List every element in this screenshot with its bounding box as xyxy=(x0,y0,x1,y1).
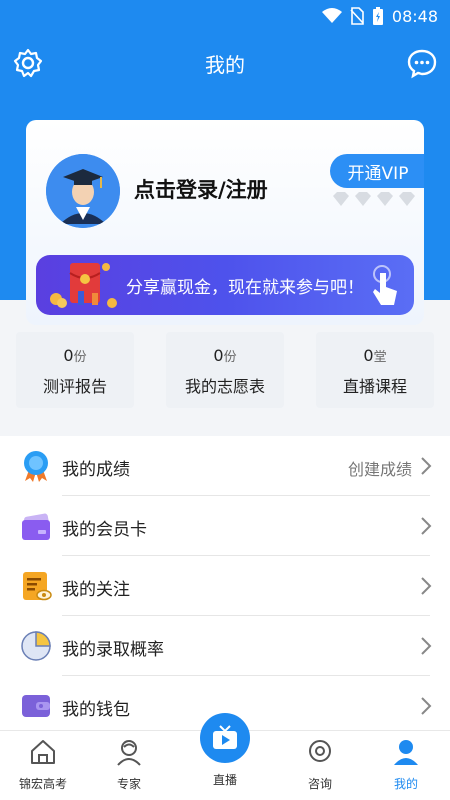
stat-label: 测评报告 xyxy=(42,377,107,396)
profile-icon xyxy=(394,740,418,765)
nav-label: 咨询 xyxy=(307,777,332,791)
stats-row: 0份 测评报告 0份 我的志愿表 0堂 直播课程 xyxy=(0,332,450,410)
avatar[interactable] xyxy=(46,154,120,228)
follow-doc-icon xyxy=(23,572,52,601)
tv-play-icon xyxy=(213,725,237,749)
create-score-link[interactable]: 创建成绩 xyxy=(348,456,412,480)
nav-tab-expert[interactable]: 专家 xyxy=(89,737,169,792)
home-icon xyxy=(31,740,55,764)
menu-item-my-scores[interactable]: 我的成绩 创建成绩 xyxy=(0,436,450,496)
nav-tab-consult[interactable]: 咨询 xyxy=(280,737,360,792)
nav-tab-home[interactable]: 锦宏高考 xyxy=(3,737,83,792)
diamond-icon xyxy=(377,192,393,206)
wifi-icon xyxy=(321,8,342,24)
menu-label: 我的录取概率 xyxy=(62,640,164,660)
pie-chart-icon xyxy=(21,631,51,661)
expert-icon xyxy=(117,740,141,766)
stat-my-application-form[interactable]: 0份 我的志愿表 xyxy=(166,332,284,408)
no-sim-icon xyxy=(350,7,364,25)
nav-label-live: 直播 xyxy=(212,773,237,787)
nav-label: 锦宏高考 xyxy=(18,777,67,791)
menu-item-my-follows[interactable]: 我的关注 xyxy=(0,556,450,616)
menu-item-member-card[interactable]: 我的会员卡 xyxy=(0,496,450,556)
nav-label: 我的 xyxy=(393,777,418,791)
consult-icon xyxy=(309,740,331,762)
battery-icon xyxy=(372,6,384,26)
stat-live-courses[interactable]: 0堂 直播课程 xyxy=(316,332,434,408)
chevron-right-icon xyxy=(421,637,432,655)
stat-value: 0堂 xyxy=(363,346,387,365)
status-bar: 08:48 xyxy=(0,0,450,32)
stat-assessment-report[interactable]: 0份 测评报告 xyxy=(16,332,134,408)
message-icon[interactable] xyxy=(406,47,438,79)
page-title: 我的 xyxy=(205,52,245,77)
stat-label: 我的志愿表 xyxy=(184,377,265,396)
stat-value: 0份 xyxy=(213,346,237,365)
nav-tab-live[interactable] xyxy=(200,713,250,763)
share-cash-banner[interactable]: 分享赢现金，现在就来参与吧！ xyxy=(36,255,414,315)
medal-icon xyxy=(24,451,48,482)
tap-hand-icon xyxy=(373,265,397,305)
chevron-right-icon xyxy=(421,457,432,475)
diamond-icon xyxy=(399,192,415,206)
chevron-right-icon xyxy=(421,697,432,715)
menu-list: 我的成绩 创建成绩 我的会员卡 我的关注 我的录取概率 我的钱包 xyxy=(0,436,450,730)
stat-value: 0份 xyxy=(63,346,87,365)
menu-item-admission-probability[interactable]: 我的录取概率 xyxy=(0,616,450,676)
open-vip-button[interactable]: 开通VIP xyxy=(330,154,424,188)
menu-label: 我的关注 xyxy=(62,580,130,600)
top-bar: 我的 xyxy=(0,40,450,86)
status-time: 08:48 xyxy=(391,6,438,26)
bottom-nav: 锦宏高考 专家 直播 咨询 我的 xyxy=(0,713,450,800)
settings-icon[interactable] xyxy=(12,47,44,79)
wallet-icon xyxy=(22,695,50,717)
red-envelope-icon xyxy=(50,263,117,308)
diamond-icon xyxy=(355,192,371,206)
menu-label: 我的成绩 xyxy=(62,460,130,480)
diamond-icon xyxy=(333,192,349,206)
member-card-icon xyxy=(22,513,50,540)
menu-label: 我的会员卡 xyxy=(62,520,147,540)
nav-label: 专家 xyxy=(116,777,141,791)
chevron-right-icon xyxy=(421,517,432,535)
chevron-right-icon xyxy=(421,577,432,595)
login-register-link[interactable]: 点击登录/注册 xyxy=(134,174,268,204)
banner-text: 分享赢现金，现在就来参与吧！ xyxy=(126,278,364,298)
stat-label: 直播课程 xyxy=(342,377,407,396)
menu-label: 我的钱包 xyxy=(62,700,130,720)
vip-level-diamonds xyxy=(332,192,416,206)
nav-tab-profile[interactable]: 我的 xyxy=(366,737,446,792)
